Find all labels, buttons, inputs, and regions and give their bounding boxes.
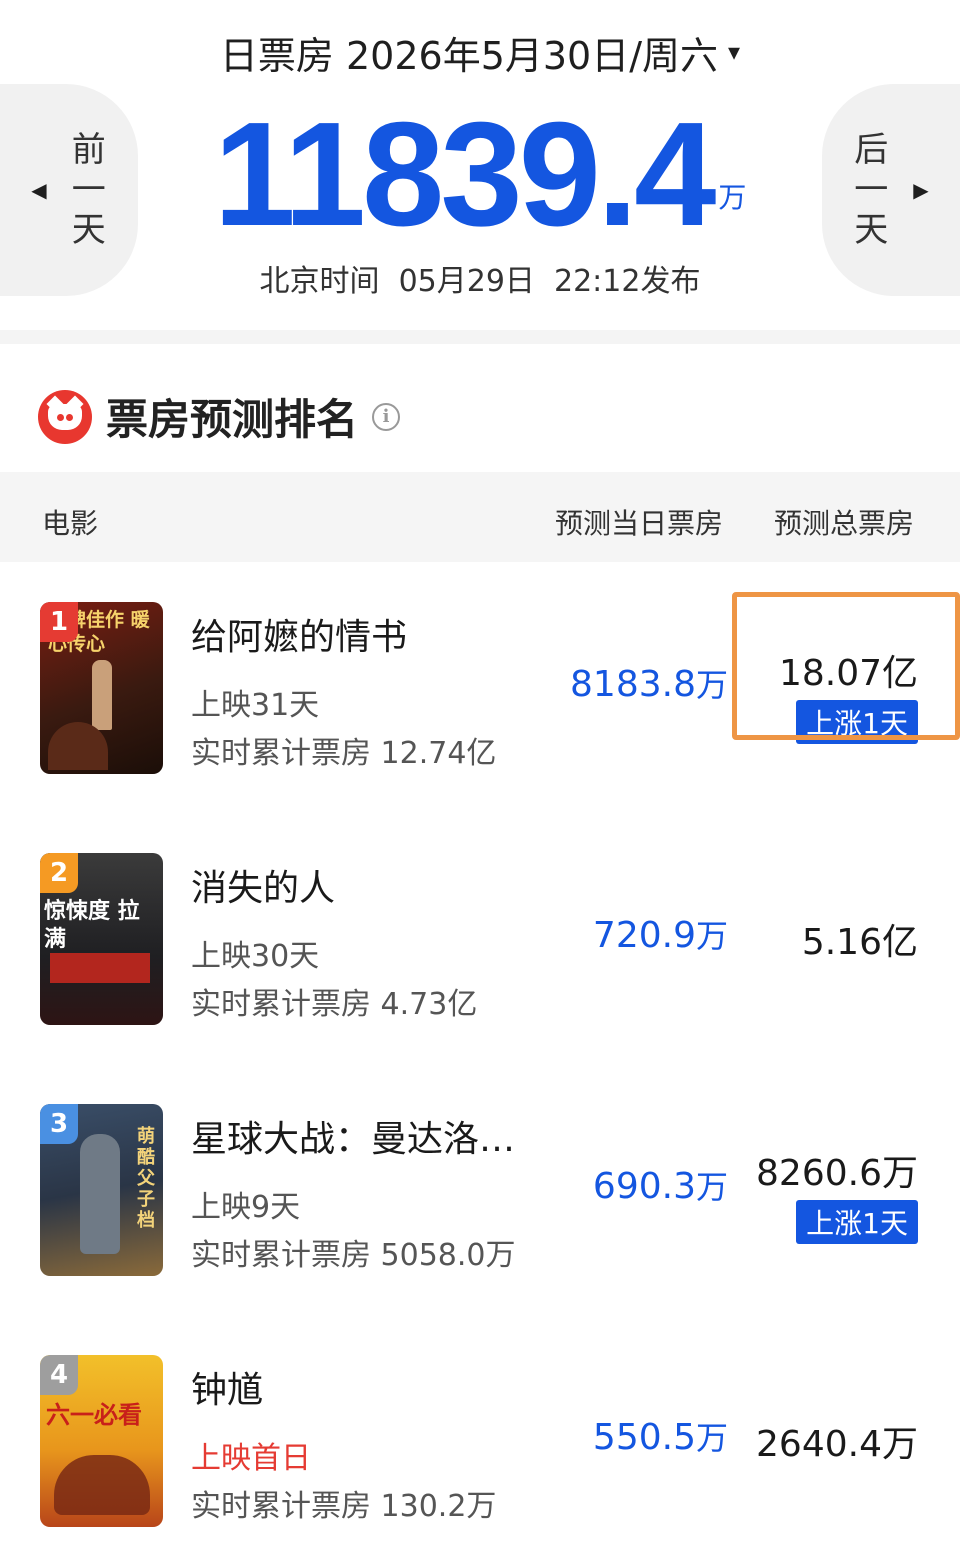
day-forecast-value: 8183.8万 [570, 664, 728, 705]
date-label: 日票房 2026年5月30日/周六 [219, 33, 719, 78]
days-showing: 上映9天 [191, 1190, 301, 1225]
total-forecast: 18.07亿 上涨1天 [718, 644, 918, 744]
section-header: 票房预测排名 i [38, 386, 401, 447]
rank-badge: 1 [40, 602, 78, 642]
cumulative-box-office: 实时累计票房 130.2万 [191, 1489, 497, 1524]
info-icon[interactable]: i [372, 402, 401, 431]
total-forecast-value: 18.07亿 [778, 653, 918, 694]
movie-poster: 惊悚度 拉满 2 [40, 853, 163, 1025]
day-forecast-value: 720.9万 [592, 915, 728, 956]
total-unit: 万 [718, 181, 747, 214]
poster-caption: 惊悚度 拉满 [44, 898, 140, 952]
day-forecast-value: 550.5万 [592, 1417, 728, 1458]
poster-caption: 萌酷父子档 [137, 1126, 155, 1231]
movie-poster: 萌酷父子档 3 [40, 1104, 163, 1276]
poster-band [50, 953, 150, 983]
rank-badge: 3 [40, 1104, 78, 1144]
rank-badge: 4 [40, 1355, 78, 1395]
day-forecast-value: 690.3万 [592, 1166, 728, 1207]
table-header: 电影 预测当日票房 预测总票房 [0, 472, 960, 562]
movie-poster: 口碑佳作 暖心传心 1 [40, 602, 163, 774]
date-selector[interactable]: 日票房 2026年5月30日/周六 ▾ [0, 22, 960, 82]
rank-badge: 2 [40, 853, 78, 893]
chevron-down-icon: ▾ [728, 38, 741, 66]
poster-figure [80, 1134, 120, 1254]
total-value: 11839.4 [213, 92, 717, 257]
movie-title: 星球大战：曼达洛… [191, 1119, 516, 1160]
rise-badge: 上涨1天 [796, 1200, 918, 1244]
total-forecast-value: 2640.4万 [756, 1424, 918, 1465]
cumulative-box-office: 实时累计票房 5058.0万 [191, 1238, 516, 1273]
poster-caption: 六一必看 [46, 1400, 142, 1429]
movie-row[interactable]: 惊悚度 拉满 2 消失的人 上映30天 实时累计票房 4.73亿 720.9万 … [0, 813, 960, 1063]
column-header-day-forecast[interactable]: 预测当日票房 [555, 502, 723, 542]
cumulative-box-office: 实时累计票房 4.73亿 [191, 987, 478, 1022]
poster-figure [92, 660, 112, 730]
section-title: 票房预测排名 [106, 395, 359, 444]
movie-title: 钟馗 [191, 1370, 264, 1411]
days-showing: 上映31天 [191, 688, 320, 723]
poster-figure [54, 1455, 150, 1515]
total-forecast: 2640.4万 [718, 1415, 918, 1467]
movie-row[interactable]: 萌酷父子档 3 星球大战：曼达洛… 上映9天 实时累计票房 5058.0万 69… [0, 1064, 960, 1314]
movie-poster: 六一必看 4 [40, 1355, 163, 1527]
section-divider [0, 330, 960, 344]
cumulative-box-office: 实时累计票房 12.74亿 [191, 736, 497, 771]
publish-time: 北京时间 05月29日 22:12发布 [259, 264, 701, 299]
movie-title: 消失的人 [191, 868, 336, 909]
daily-total-box-office: 11839.4 万 [0, 100, 960, 250]
maoyan-cat-logo-icon [38, 389, 92, 444]
column-header-movie: 电影 [42, 507, 99, 540]
days-showing: 上映30天 [191, 939, 320, 974]
rise-badge: 上涨1天 [796, 700, 918, 744]
total-forecast-value: 8260.6万 [756, 1153, 918, 1194]
total-forecast: 5.16亿 [718, 913, 918, 965]
days-showing: 上映首日 [191, 1441, 311, 1476]
total-forecast-value: 5.16亿 [801, 922, 918, 963]
movie-row[interactable]: 六一必看 4 钟馗 上映首日 实时累计票房 130.2万 550.5万 2640… [0, 1315, 960, 1560]
column-header-total-forecast[interactable]: 预测总票房 [774, 502, 914, 542]
movie-title: 给阿嬷的情书 [191, 617, 408, 658]
total-forecast: 8260.6万 上涨1天 [718, 1144, 918, 1244]
movie-row[interactable]: 口碑佳作 暖心传心 1 给阿嬷的情书 上映31天 实时累计票房 12.74亿 8… [0, 562, 960, 812]
